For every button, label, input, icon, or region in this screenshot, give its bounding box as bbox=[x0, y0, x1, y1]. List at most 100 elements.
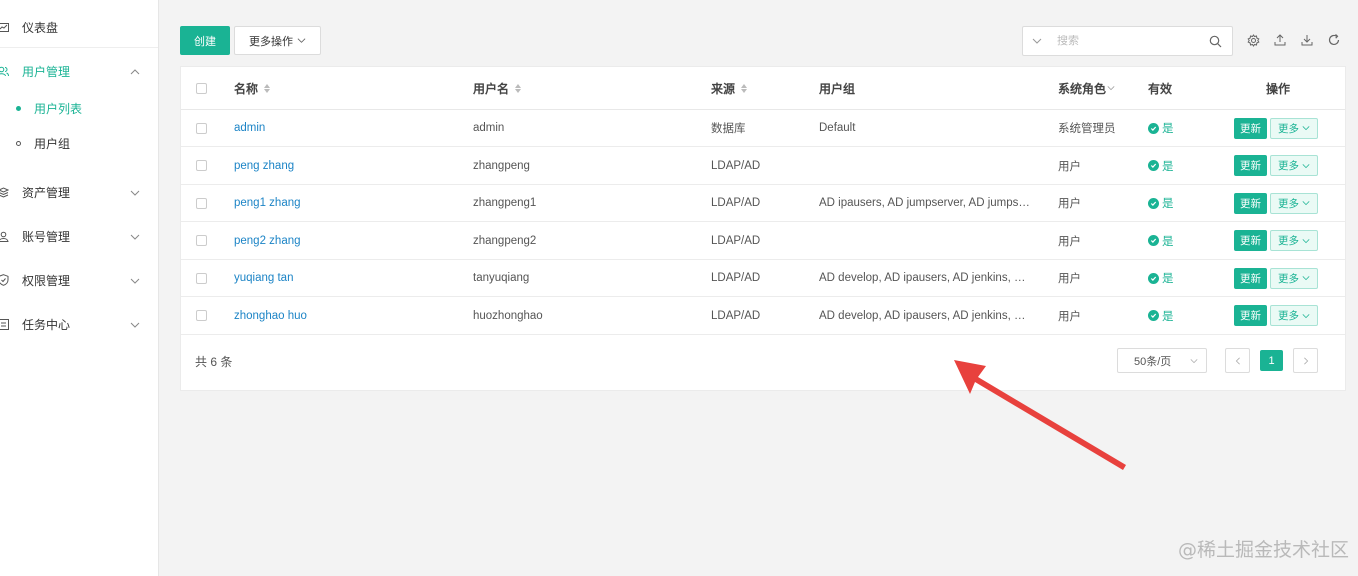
check-circle-icon bbox=[1148, 310, 1159, 321]
sidebar-item-user-management[interactable]: 用户管理 bbox=[0, 51, 158, 91]
more-label: 更多 bbox=[1278, 160, 1299, 172]
more-button[interactable]: 更多 bbox=[1270, 230, 1318, 251]
search-filter-dropdown[interactable] bbox=[1023, 27, 1051, 55]
username-cell: admin bbox=[473, 122, 505, 134]
assets-icon bbox=[0, 186, 9, 198]
role-cell: 用户 bbox=[1058, 235, 1081, 248]
more-actions-button[interactable]: 更多操作 bbox=[234, 26, 321, 55]
column-header-name[interactable]: 名称 bbox=[234, 67, 271, 109]
more-button[interactable]: 更多 bbox=[1270, 117, 1318, 139]
sidebar-item-label: 账号管理 bbox=[22, 229, 71, 244]
column-header-valid: 有效 bbox=[1148, 81, 1173, 96]
sidebar-subitem-user-list[interactable]: 用户列表 bbox=[0, 91, 158, 125]
select-all-checkbox[interactable] bbox=[196, 67, 207, 109]
valid-cell: 是 bbox=[1148, 185, 1174, 221]
table-row: yuqiang tan tanyuqiang LDAP/AD AD develop, … bbox=[181, 260, 1345, 297]
valid-label: 是 bbox=[1162, 273, 1174, 285]
sidebar-subitem-label: 用户列表 bbox=[34, 101, 83, 116]
sidebar: 仪表盘 用户管理 用户列表 用户组 资产管理 账号管理 权限管理 任务中心 bbox=[0, 0, 159, 576]
sidebar-item-label: 权限管理 bbox=[22, 273, 71, 288]
column-header-action: 操作 bbox=[1266, 81, 1291, 96]
more-button[interactable]: 更多 bbox=[1270, 192, 1318, 214]
total-count: 共 6 条 bbox=[195, 355, 233, 369]
user-name-link[interactable]: peng zhang bbox=[234, 148, 294, 184]
chevron-down-icon bbox=[1302, 313, 1310, 318]
settings-gear-icon[interactable] bbox=[1246, 33, 1260, 47]
chevron-down-icon bbox=[130, 319, 140, 329]
chevron-left-icon bbox=[1235, 357, 1240, 364]
user-name-link[interactable]: peng2 zhang bbox=[234, 223, 301, 259]
valid-cell: 是 bbox=[1148, 260, 1174, 296]
search-icon[interactable] bbox=[1209, 35, 1222, 48]
row-checkbox[interactable] bbox=[196, 185, 207, 221]
more-button[interactable]: 更多 bbox=[1270, 267, 1318, 289]
sort-icon[interactable] bbox=[515, 83, 522, 93]
sidebar-item-label: 任务中心 bbox=[22, 317, 71, 332]
search-input[interactable] bbox=[1057, 35, 1207, 47]
source-cell: LDAP/AD bbox=[711, 309, 761, 322]
action-cell: 更新 更多 bbox=[1234, 110, 1318, 146]
role-cell: 用户 bbox=[1058, 198, 1081, 210]
row-checkbox[interactable] bbox=[196, 260, 207, 296]
check-circle-icon bbox=[1148, 122, 1159, 134]
upload-icon[interactable] bbox=[1273, 33, 1287, 47]
more-button[interactable]: 更多 bbox=[1270, 155, 1318, 176]
create-button[interactable]: 创建 bbox=[180, 26, 230, 55]
sidebar-item-permission-management[interactable]: 权限管理 bbox=[0, 260, 158, 300]
user-group-cell: AD develop, AD ipausers, AD jenkins, … bbox=[819, 272, 1026, 284]
valid-label: 是 bbox=[1162, 310, 1174, 323]
update-button[interactable]: 更新 bbox=[1234, 155, 1267, 176]
shield-icon bbox=[0, 274, 9, 286]
update-button[interactable]: 更新 bbox=[1234, 117, 1267, 139]
chevron-down-icon bbox=[1302, 201, 1310, 206]
update-button[interactable]: 更新 bbox=[1234, 305, 1267, 326]
sort-icon[interactable] bbox=[264, 83, 271, 93]
current-page-button[interactable]: 1 bbox=[1260, 350, 1283, 371]
dashboard-icon bbox=[0, 21, 9, 33]
row-checkbox[interactable] bbox=[196, 223, 207, 259]
username-cell: huozhonghao bbox=[473, 309, 543, 322]
download-icon[interactable] bbox=[1300, 33, 1314, 47]
chevron-down-icon bbox=[1107, 86, 1115, 91]
valid-label: 是 bbox=[1162, 160, 1174, 173]
column-header-username[interactable]: 用户名 bbox=[473, 67, 522, 109]
update-button[interactable]: 更新 bbox=[1234, 267, 1267, 289]
update-button[interactable]: 更新 bbox=[1234, 230, 1267, 251]
chevron-down-icon bbox=[1302, 126, 1310, 131]
more-label: 更多 bbox=[1278, 197, 1299, 210]
sidebar-item-label: 用户管理 bbox=[22, 64, 71, 79]
chevron-down-icon bbox=[297, 38, 306, 43]
user-name-link[interactable]: admin bbox=[234, 110, 265, 146]
user-group-cell: Default bbox=[819, 122, 856, 134]
sidebar-item-asset-management[interactable]: 资产管理 bbox=[0, 172, 158, 212]
action-cell: 更新 更多 bbox=[1234, 223, 1318, 259]
prev-page-button[interactable] bbox=[1225, 348, 1250, 373]
chevron-down-icon bbox=[1302, 276, 1310, 281]
role-cell: 系统管理员 bbox=[1058, 123, 1116, 135]
sidebar-item-label: 资产管理 bbox=[22, 185, 71, 200]
column-header-role[interactable]: 系统角色 bbox=[1058, 67, 1115, 109]
sort-icon[interactable] bbox=[741, 83, 748, 93]
row-checkbox[interactable] bbox=[196, 148, 207, 184]
next-page-button[interactable] bbox=[1293, 348, 1318, 373]
row-checkbox[interactable] bbox=[196, 110, 207, 146]
role-cell: 用户 bbox=[1058, 273, 1081, 285]
user-name-link[interactable]: zhonghao huo bbox=[234, 298, 307, 334]
sidebar-item-dashboard[interactable]: 仪表盘 bbox=[0, 7, 158, 47]
sidebar-divider bbox=[0, 47, 158, 48]
update-button[interactable]: 更新 bbox=[1234, 192, 1267, 214]
user-name-link[interactable]: yuqiang tan bbox=[234, 260, 293, 296]
row-checkbox[interactable] bbox=[196, 298, 207, 334]
user-name-link[interactable]: peng1 zhang bbox=[234, 185, 301, 221]
username-cell: zhangpeng bbox=[473, 159, 530, 172]
sidebar-item-account-management[interactable]: 账号管理 bbox=[0, 216, 158, 256]
check-circle-icon bbox=[1148, 197, 1159, 209]
role-cell: 用户 bbox=[1058, 160, 1081, 173]
refresh-icon[interactable] bbox=[1327, 33, 1341, 47]
column-header-source[interactable]: 来源 bbox=[711, 67, 748, 109]
more-button[interactable]: 更多 bbox=[1270, 305, 1318, 326]
sidebar-item-task-center[interactable]: 任务中心 bbox=[0, 304, 158, 344]
sidebar-subitem-user-group[interactable]: 用户组 bbox=[0, 126, 158, 160]
chevron-down-icon bbox=[130, 231, 140, 241]
sidebar-subitem-label: 用户组 bbox=[34, 136, 71, 151]
